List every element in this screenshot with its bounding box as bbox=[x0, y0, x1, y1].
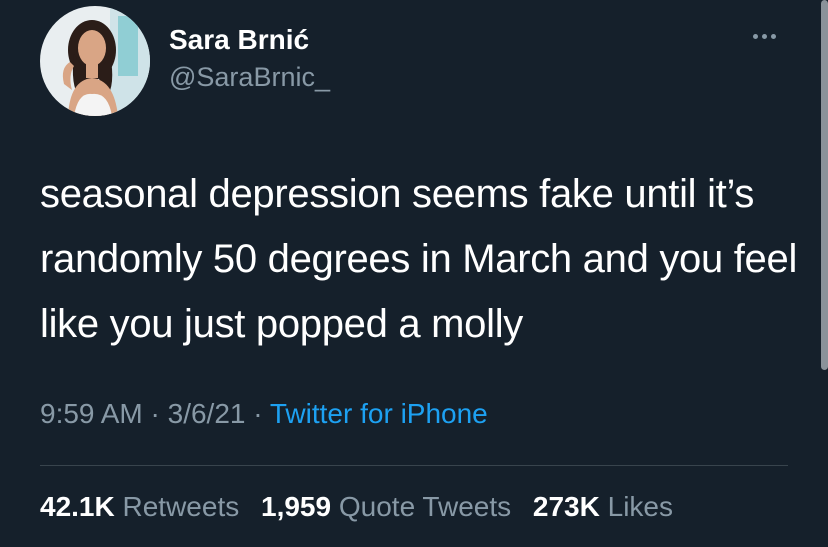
tweet-stats: 42.1K Retweets 1,959 Quote Tweets 273K L… bbox=[40, 491, 687, 523]
tweet-time[interactable]: 9:59 AM bbox=[40, 398, 143, 429]
user-handle[interactable]: @SaraBrnic_ bbox=[169, 62, 330, 93]
more-dot bbox=[770, 33, 776, 39]
profile-photo-icon bbox=[40, 6, 150, 116]
quote-tweets-stat[interactable]: 1,959 Quote Tweets bbox=[261, 491, 519, 522]
divider bbox=[40, 465, 788, 466]
display-name[interactable]: Sara Brnić bbox=[169, 24, 309, 56]
avatar[interactable] bbox=[40, 6, 150, 116]
retweets-stat[interactable]: 42.1K Retweets bbox=[40, 491, 247, 522]
likes-stat[interactable]: 273K Likes bbox=[533, 491, 673, 522]
likes-count: 273K bbox=[532, 491, 600, 522]
tweet-date[interactable]: 3/6/21 bbox=[168, 398, 246, 429]
meta-separator: · bbox=[150, 398, 160, 429]
retweets-label: Retweets bbox=[122, 491, 240, 522]
more-dot bbox=[761, 33, 767, 39]
tweet-source-link[interactable]: Twitter for iPhone bbox=[270, 398, 488, 429]
quote-tweets-label: Quote Tweets bbox=[338, 491, 512, 522]
scrollbar[interactable] bbox=[821, 0, 828, 370]
retweets-count: 42.1K bbox=[40, 491, 115, 522]
meta-separator: · bbox=[253, 398, 263, 429]
tweet-meta: 9:59 AM · 3/6/21 · Twitter for iPhone bbox=[40, 398, 488, 430]
likes-label: Likes bbox=[607, 491, 673, 522]
more-dot bbox=[752, 33, 758, 39]
more-options-icon[interactable] bbox=[744, 24, 784, 48]
quote-tweets-count: 1,959 bbox=[261, 491, 332, 522]
tweet-text: seasonal depression seems fake until it’… bbox=[40, 172, 798, 346]
